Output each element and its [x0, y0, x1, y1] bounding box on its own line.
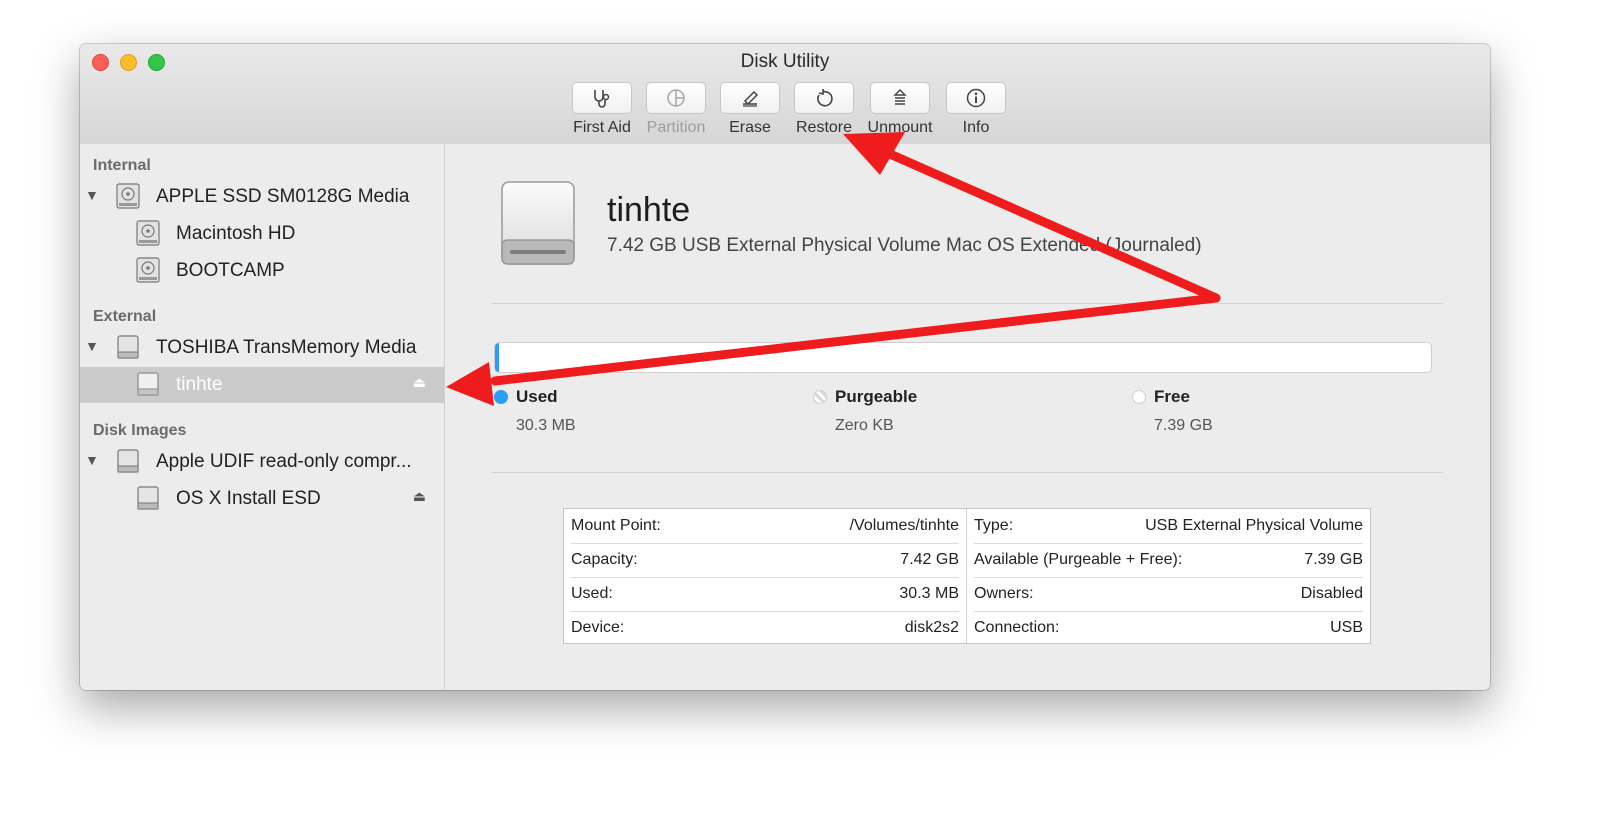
first-aid-button[interactable]: First Aid — [562, 82, 642, 137]
info-value: Disabled — [1300, 585, 1363, 602]
used-dot-icon — [494, 390, 508, 404]
sidebar-item-label: Apple UDIF read-only compr... — [156, 451, 412, 472]
info-row: Mount Point: /Volumes/tinhte — [571, 509, 959, 544]
partition-label: Partition — [646, 119, 706, 136]
info-value: 7.42 GB — [900, 551, 959, 568]
info-row: Connection: USB — [974, 611, 1363, 645]
internal-volume-icon — [135, 256, 161, 289]
restore-label: Restore — [795, 119, 853, 136]
info-key: Capacity: — [571, 551, 638, 568]
info-key: Available (Purgeable + Free): — [974, 551, 1183, 568]
info-value: 7.39 GB — [1304, 551, 1363, 568]
sidebar-item-tinhte[interactable]: tinhte ⏏ — [80, 367, 444, 403]
window-title: Disk Utility — [740, 51, 830, 72]
partition-button[interactable]: Partition — [636, 82, 716, 137]
info-row: Capacity: 7.42 GB — [571, 543, 959, 578]
unmount-icon — [870, 82, 930, 114]
legend-used-label: Used — [516, 387, 558, 406]
info-value: disk2s2 — [904, 619, 959, 636]
info-column-right: Type: USB External Physical Volume Avail… — [967, 509, 1370, 643]
restore-button[interactable]: Restore — [784, 82, 864, 137]
section-heading-disk-images: Disk Images — [93, 422, 187, 439]
usage-bar-used-segment — [495, 343, 499, 372]
disk-image-volume-icon — [135, 484, 161, 517]
eject-icon[interactable]: ⏏ — [413, 488, 426, 505]
legend-purgeable-label: Purgeable — [835, 387, 918, 406]
disk-utility-window: Disk Utility First Aid Partition Erase R… — [80, 44, 1490, 690]
info-value: USB External Physical Volume — [1145, 517, 1363, 534]
section-heading-external: External — [93, 308, 157, 325]
legend-free-label: Free — [1154, 387, 1190, 406]
legend-free-value: 7.39 GB — [1154, 417, 1213, 434]
info-button[interactable]: Info — [936, 82, 1016, 137]
disk-image-icon — [115, 447, 141, 480]
detail-pane: tinhte 7.42 GB USB External Physical Vol… — [445, 144, 1490, 690]
erase-icon — [720, 82, 780, 114]
erase-button[interactable]: Erase — [710, 82, 790, 137]
first-aid-label: First Aid — [573, 119, 631, 136]
sidebar-item-apple-ssd[interactable]: ▼ APPLE SSD SM0128G Media — [80, 179, 444, 215]
info-row: Type: USB External Physical Volume — [974, 509, 1363, 544]
volume-description: 7.42 GB USB External Physical Volume Mac… — [607, 235, 1202, 256]
volume-info-table: Mount Point: /Volumes/tinhte Capacity: 7… — [563, 508, 1371, 644]
partition-icon — [646, 82, 706, 114]
sidebar-item-toshiba[interactable]: ▼ TOSHIBA TransMemory Media — [80, 330, 444, 366]
internal-disk-icon — [115, 182, 141, 215]
legend-purgeable-value: Zero KB — [835, 417, 894, 434]
sidebar-item-label: OS X Install ESD — [176, 488, 321, 509]
info-value: USB — [1330, 619, 1363, 636]
eject-icon[interactable]: ⏏ — [413, 374, 426, 391]
disclosure-triangle-icon[interactable]: ▼ — [85, 338, 99, 354]
info-key: Mount Point: — [571, 517, 661, 534]
sidebar-item-macintosh-hd[interactable]: Macintosh HD — [80, 216, 444, 252]
sidebar-item-bootcamp[interactable]: BOOTCAMP — [80, 253, 444, 289]
unmount-button[interactable]: Unmount — [860, 82, 940, 137]
sidebar-item-label: tinhte — [176, 374, 223, 395]
info-row: Used: 30.3 MB — [571, 577, 959, 612]
divider — [491, 303, 1443, 304]
info-value: 30.3 MB — [899, 585, 959, 602]
info-value: /Volumes/tinhte — [849, 517, 959, 534]
divider — [491, 472, 1443, 473]
info-icon — [946, 82, 1006, 114]
legend-used-value: 30.3 MB — [516, 417, 576, 434]
disclosure-triangle-icon[interactable]: ▼ — [85, 452, 99, 468]
sidebar-item-label: Macintosh HD — [176, 223, 296, 244]
info-label: Info — [962, 119, 990, 136]
sidebar-item-os-x-install-esd[interactable]: OS X Install ESD ⏏ — [80, 481, 444, 517]
disclosure-triangle-icon[interactable]: ▼ — [85, 187, 99, 203]
info-row: Available (Purgeable + Free): 7.39 GB — [974, 543, 1363, 578]
info-key: Connection: — [974, 619, 1060, 636]
info-key: Used: — [571, 585, 613, 602]
external-disk-icon — [115, 333, 141, 366]
sidebar-item-label: BOOTCAMP — [176, 260, 285, 281]
titlebar: Disk Utility First Aid Partition Erase R… — [80, 44, 1490, 145]
sidebar-item-label: APPLE SSD SM0128G Media — [156, 186, 410, 207]
volume-name: tinhte — [607, 191, 691, 229]
info-key: Type: — [974, 517, 1014, 534]
info-row: Device: disk2s2 — [571, 611, 959, 645]
sidebar-item-apple-udif[interactable]: ▼ Apple UDIF read-only compr... — [80, 444, 444, 480]
unmount-label: Unmount — [867, 119, 933, 136]
free-dot-icon — [1132, 390, 1146, 404]
purgeable-dot-icon — [813, 390, 827, 404]
sidebar-item-label: TOSHIBA TransMemory Media — [156, 337, 417, 358]
section-heading-internal: Internal — [93, 157, 151, 174]
external-volume-icon — [135, 370, 161, 403]
info-column-left: Mount Point: /Volumes/tinhte Capacity: 7… — [564, 509, 967, 643]
info-key: Device: — [571, 619, 625, 636]
info-key: Owners: — [974, 585, 1034, 602]
stethoscope-icon — [572, 82, 632, 114]
usage-bar — [494, 342, 1432, 373]
restore-icon — [794, 82, 854, 114]
erase-label: Erase — [729, 119, 771, 136]
info-row: Owners: Disabled — [974, 577, 1363, 612]
internal-volume-icon — [135, 219, 161, 252]
volume-drive-icon — [498, 180, 578, 271]
sidebar: Internal ▼ APPLE SSD SM0128G Media Macin… — [80, 144, 445, 690]
